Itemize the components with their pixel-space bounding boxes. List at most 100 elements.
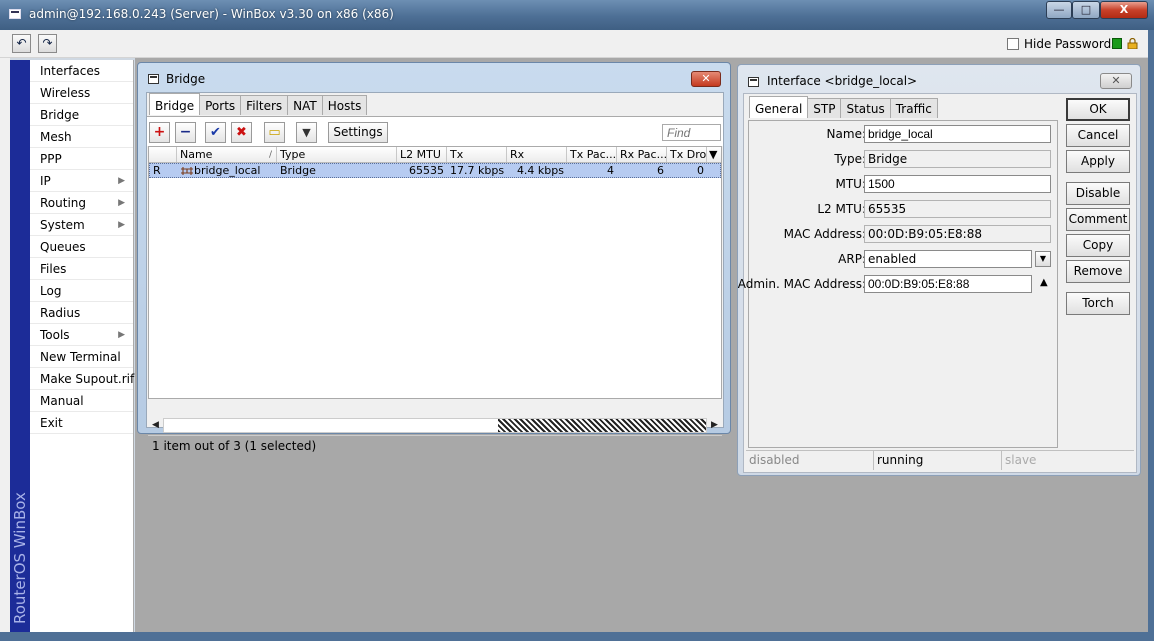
torch-button[interactable]: Torch <box>1066 292 1130 315</box>
add-icon[interactable]: + <box>149 122 170 143</box>
name-field[interactable] <box>864 125 1051 143</box>
mac-address-value: 00:0D:B9:05:E8:88 <box>864 225 1051 243</box>
disable-icon[interactable]: ✖ <box>231 122 252 143</box>
remove-icon[interactable]: − <box>175 122 196 143</box>
copy-button[interactable]: Copy <box>1066 234 1130 257</box>
tab-traffic[interactable]: Traffic <box>889 98 938 118</box>
sidebar-item-ppp[interactable]: PPP <box>30 148 133 170</box>
admin-mac-field[interactable] <box>864 275 1032 293</box>
row-tx-drop: 0 <box>697 164 704 177</box>
sidebar-item-label: Exit <box>40 416 63 430</box>
sidebar-item-wireless[interactable]: Wireless <box>30 82 133 104</box>
submenu-arrow-icon: ▶ <box>118 198 125 208</box>
row-name-cell: bridge_local <box>177 164 277 177</box>
disable-button[interactable]: Disable <box>1066 182 1130 205</box>
sidebar-item-files[interactable]: Files <box>30 258 133 280</box>
column-header-type[interactable]: Type <box>277 147 397 162</box>
filter-icon[interactable]: ▼ <box>296 122 317 143</box>
maximize-button[interactable]: □ <box>1072 1 1100 19</box>
sidebar-item-label: Files <box>40 262 67 276</box>
column-menu-icon[interactable]: ▼ <box>707 147 721 162</box>
mac-address-label: MAC Address: <box>783 227 866 241</box>
bridge-tabs: Bridge Ports Filters NAT Hosts <box>149 93 368 115</box>
type-label: Type: <box>834 152 866 166</box>
comment-button[interactable]: Comment <box>1066 208 1130 231</box>
remove-button[interactable]: Remove <box>1066 260 1130 283</box>
column-header-rx-packets[interactable]: Rx Pac... <box>617 147 667 162</box>
tab-status[interactable]: Status <box>840 98 891 118</box>
column-header-tx-drop[interactable]: Tx Drop <box>667 147 707 162</box>
scroll-right-icon[interactable]: ▶ <box>707 418 722 433</box>
tab-stp[interactable]: STP <box>807 98 842 118</box>
sidebar-item-tools[interactable]: Tools ▶ <box>30 324 133 346</box>
arp-select[interactable]: enabled <box>864 250 1032 268</box>
sidebar-item-queues[interactable]: Queues <box>30 236 133 258</box>
column-header[interactable] <box>149 147 177 162</box>
tab-bridge[interactable]: Bridge <box>149 93 201 115</box>
enable-icon[interactable]: ✔ <box>205 122 226 143</box>
sidebar-item-label: PPP <box>40 152 62 166</box>
cancel-button[interactable]: Cancel <box>1066 124 1130 147</box>
name-label: Name: <box>826 127 866 141</box>
minimize-button[interactable]: — <box>1046 1 1072 19</box>
bridge-close-button[interactable]: ✕ <box>691 71 721 87</box>
sidebar-item-radius[interactable]: Radius <box>30 302 133 324</box>
status-running: running <box>874 451 1002 470</box>
sidebar-item-new-terminal[interactable]: New Terminal <box>30 346 133 368</box>
mtu-field[interactable] <box>864 175 1051 193</box>
sidebar-item-mesh[interactable]: Mesh <box>30 126 133 148</box>
sidebar-item-manual[interactable]: Manual <box>30 390 133 412</box>
settings-button[interactable]: Settings <box>328 122 388 143</box>
sidebar-item-bridge[interactable]: Bridge <box>30 104 133 126</box>
undo-button[interactable]: ↶ <box>12 34 31 53</box>
scroll-left-icon[interactable]: ◀ <box>148 418 163 433</box>
ok-button[interactable]: OK <box>1066 98 1130 121</box>
tab-filters[interactable]: Filters <box>240 95 289 115</box>
column-header-name[interactable]: Name / <box>177 147 277 162</box>
window-title: admin@192.168.0.243 (Server) - WinBox v3… <box>29 7 394 21</box>
scroll-thumb[interactable] <box>498 419 706 432</box>
close-button[interactable]: X <box>1100 1 1148 19</box>
tab-ports[interactable]: Ports <box>199 95 242 115</box>
main-toolbar: ↶ ↷ Hide Passwords <box>0 30 1154 58</box>
horizontal-scrollbar[interactable]: ◀ ▶ <box>148 418 722 433</box>
tab-general[interactable]: General <box>749 96 809 118</box>
collapse-up-icon[interactable]: ▲ <box>1040 277 1048 288</box>
tab-nat[interactable]: NAT <box>287 95 323 115</box>
sidebar-item-label: Tools <box>40 328 70 342</box>
sort-indicator-icon: / <box>268 150 272 160</box>
admin-mac-label: Admin. MAC Address: <box>737 277 866 291</box>
column-header-tx-packets[interactable]: Tx Pac... <box>567 147 617 162</box>
tab-hosts[interactable]: Hosts <box>321 95 368 115</box>
sidebar-item-log[interactable]: Log <box>30 280 133 302</box>
row-name: bridge_local <box>194 164 261 177</box>
window-titlebar[interactable]: admin@192.168.0.243 (Server) - WinBox v3… <box>0 0 1154 30</box>
sidebar-item-label: System <box>40 218 85 232</box>
lock-icon <box>1127 38 1138 49</box>
hide-passwords-toggle[interactable]: Hide Passwords <box>1007 37 1117 51</box>
column-header-rx[interactable]: Rx <box>507 147 567 162</box>
comment-icon[interactable]: ▭ <box>264 122 285 143</box>
apply-button[interactable]: Apply <box>1066 150 1130 173</box>
sidebar-item-interfaces[interactable]: Interfaces <box>30 60 133 82</box>
hide-passwords-checkbox[interactable] <box>1007 38 1019 50</box>
find-input[interactable] <box>662 124 721 141</box>
sidebar-item-system[interactable]: System ▶ <box>30 214 133 236</box>
sidebar-item-routing[interactable]: Routing ▶ <box>30 192 133 214</box>
sidebar-item-label: Wireless <box>40 86 91 100</box>
status-disabled: disabled <box>746 451 874 470</box>
sidebar-item-label: Bridge <box>40 108 80 122</box>
column-header-l2mtu[interactable]: L2 MTU <box>397 147 447 162</box>
name-row: Name: <box>749 125 1059 143</box>
sidebar-item-exit[interactable]: Exit <box>30 412 133 434</box>
interface-close-button[interactable]: ✕ <box>1100 73 1132 89</box>
redo-button[interactable]: ↷ <box>38 34 57 53</box>
sidebar-item-make-supout-rif[interactable]: Make Supout.rif <box>30 368 134 390</box>
table-row[interactable]: R bridge_local Bridge 65535 17.7 kbps 4.… <box>149 163 721 178</box>
bridge-window[interactable]: Bridge ✕ Bridge Ports Filters NAT Hosts … <box>137 62 731 453</box>
interface-window[interactable]: Interface <bridge_local> ✕ General STP S… <box>737 64 1141 476</box>
sidebar-item-ip[interactable]: IP ▶ <box>30 170 133 192</box>
sidebar-item-label: Radius <box>40 306 81 320</box>
arp-dropdown-icon[interactable]: ▼ <box>1035 251 1051 267</box>
column-header-tx[interactable]: Tx <box>447 147 507 162</box>
